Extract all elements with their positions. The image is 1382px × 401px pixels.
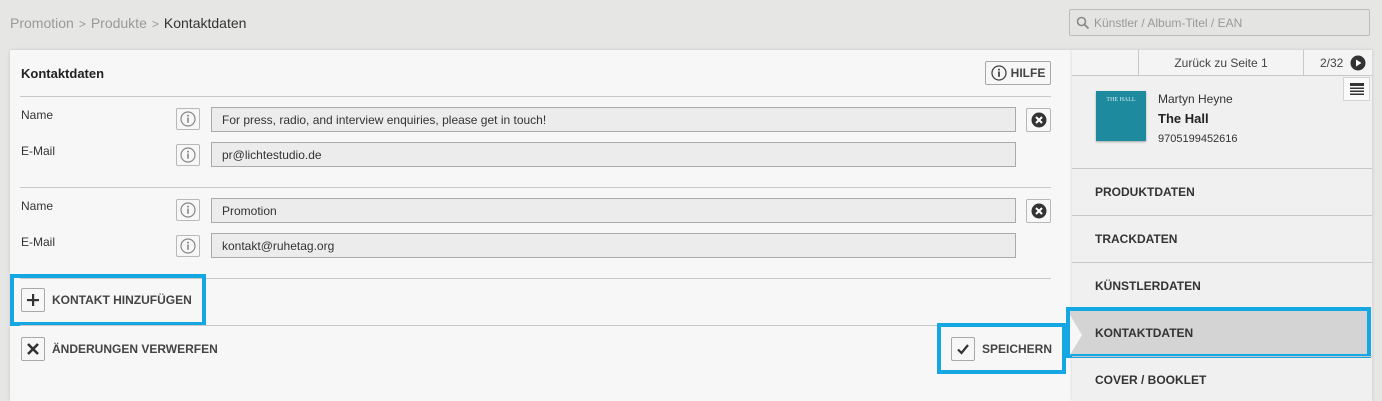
divider — [20, 96, 1051, 97]
name-field[interactable]: Promotion — [211, 198, 1016, 223]
checkmark-icon — [951, 336, 975, 361]
next-page-button[interactable] — [1350, 55, 1366, 74]
discard-changes-button[interactable]: ÄNDERUNGEN VERWERFEN — [21, 337, 218, 361]
breadcrumb-item-promotion[interactable]: Promotion — [10, 15, 74, 31]
cover-title: THE HALL — [1106, 97, 1136, 103]
help-label: HILFE — [1010, 66, 1046, 80]
search-placeholder: Künstler / Album-Titel / EAN — [1094, 15, 1243, 30]
info-icon — [180, 111, 196, 127]
breadcrumb-item-produkte[interactable]: Produkte — [91, 15, 147, 31]
email-info-button[interactable] — [176, 235, 200, 257]
divider — [20, 187, 1051, 188]
save-label: SPEICHERN — [982, 341, 1053, 356]
remove-contact-button[interactable] — [1026, 199, 1051, 223]
save-button[interactable]: SPEICHERN — [937, 323, 1066, 374]
discard-changes-label: ÄNDERUNGEN VERWERFEN — [52, 342, 218, 356]
close-icon — [1031, 203, 1046, 219]
breadcrumb-separator: > — [151, 17, 159, 31]
breadcrumb-item-kontaktdaten: Kontaktdaten — [163, 15, 247, 31]
name-label: Name — [21, 199, 54, 213]
page-count: 2/32 — [1320, 56, 1344, 70]
email-info-button[interactable] — [176, 144, 200, 166]
search-icon — [1076, 16, 1090, 29]
nav-item-kontaktdaten[interactable]: KONTAKTDATEN — [1066, 307, 1371, 358]
product-sidebar: Zurück zu Seite 1 2/32 THE HALL Martyn H… — [1066, 50, 1372, 401]
back-to-page-button[interactable]: Zurück zu Seite 1 — [1138, 50, 1304, 76]
remove-contact-button[interactable] — [1026, 108, 1051, 132]
email-label: E-Mail — [21, 144, 56, 158]
email-field[interactable]: pr@lichtestudio.de — [211, 142, 1016, 167]
help-button[interactable]: HILFE — [985, 61, 1051, 85]
breadcrumb: Promotion > Produkte > Kontaktdaten — [10, 15, 246, 31]
play-arrow-icon — [1350, 55, 1366, 71]
info-icon — [180, 147, 196, 163]
divider — [20, 325, 1051, 326]
name-label: Name — [21, 108, 54, 122]
add-contact-label: KONTAKT HINZUFÜGEN — [52, 293, 192, 307]
search-input[interactable]: Künstler / Album-Titel / EAN — [1069, 9, 1370, 36]
nav-item-produktdaten[interactable]: PRODUKTDATEN — [1072, 168, 1372, 215]
nav-item-trackdaten[interactable]: TRACKDATEN — [1072, 215, 1372, 262]
close-icon — [1031, 112, 1046, 128]
pager: Zurück zu Seite 1 2/32 — [1072, 50, 1372, 76]
artist-name: Martyn Heyne — [1158, 92, 1233, 106]
x-icon — [21, 337, 45, 361]
album-cover: THE HALL — [1096, 91, 1146, 141]
name-info-button[interactable] — [176, 199, 200, 221]
name-info-button[interactable] — [176, 108, 200, 130]
info-icon — [180, 238, 196, 254]
info-icon — [991, 65, 1007, 81]
name-field[interactable]: For press, radio, and interview enquirie… — [211, 107, 1016, 132]
panel-title: Kontaktdaten — [21, 66, 105, 81]
album-title: The Hall — [1158, 111, 1209, 126]
info-icon — [180, 202, 196, 218]
plus-icon — [21, 288, 45, 312]
nav-item-label: KONTAKTDATEN — [1095, 325, 1194, 340]
add-contact-button[interactable]: KONTAKT HINZUFÜGEN — [10, 274, 206, 326]
active-arrow-icon — [1070, 315, 1082, 355]
breadcrumb-separator: > — [78, 17, 86, 31]
email-field[interactable]: kontakt@ruhetag.org — [211, 233, 1016, 258]
list-view-toggle[interactable] — [1343, 77, 1370, 101]
contact-panel: Kontaktdaten HILFE Name For press, radio… — [10, 50, 1072, 401]
ean-code: 9705199452616 — [1158, 133, 1238, 145]
nav-item-cover-booklet[interactable]: COVER / BOOKLET — [1072, 356, 1372, 401]
list-icon — [1349, 83, 1364, 95]
email-label: E-Mail — [21, 235, 56, 249]
nav-item-kuenstlerdaten[interactable]: KÜNSTLERDATEN — [1072, 262, 1372, 309]
